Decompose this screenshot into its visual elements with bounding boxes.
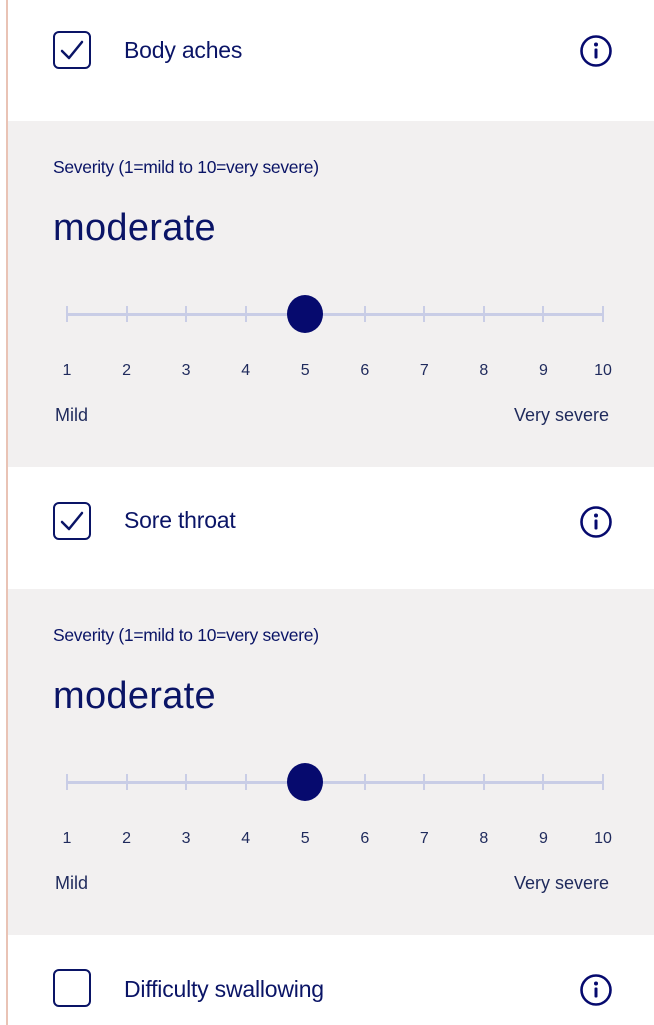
slider-thumb[interactable] xyxy=(287,763,324,801)
tick-label: 8 xyxy=(479,830,489,847)
slider-tick xyxy=(542,774,545,790)
mild-label: Mild xyxy=(55,873,89,893)
checkmark-icon xyxy=(60,511,84,531)
tick-label: 6 xyxy=(360,362,370,379)
tick-label: 7 xyxy=(419,830,429,847)
symptom-label: Body aches xyxy=(124,37,243,63)
severity-caption: Severity (1=mild to 10=very severe) xyxy=(53,157,319,177)
slider-tick xyxy=(125,306,128,322)
very-severe-label: Very severe xyxy=(513,405,609,425)
body-aches-checkbox[interactable] xyxy=(53,31,91,69)
slider-thumb[interactable] xyxy=(287,295,324,333)
severity-slider[interactable] xyxy=(66,763,604,803)
symptom-label: Sore throat xyxy=(124,507,236,533)
severity-panel-sore-throat: Severity (1=mild to 10=very severe) mode… xyxy=(8,589,654,935)
tick-label: 7 xyxy=(419,362,429,379)
slider-tick xyxy=(244,306,247,322)
tick-label: 3 xyxy=(181,830,191,847)
slider-tick xyxy=(602,306,604,322)
slider-tick xyxy=(363,306,366,322)
tick-label: 5 xyxy=(300,830,310,847)
tick-label: 9 xyxy=(538,830,548,847)
tick-label: 4 xyxy=(241,362,251,379)
slider-track[interactable] xyxy=(67,781,603,784)
slider-tick xyxy=(185,306,188,322)
tick-label: 8 xyxy=(479,362,489,379)
slider-track[interactable] xyxy=(67,313,603,316)
checkmark-icon xyxy=(60,40,84,60)
slider-tick xyxy=(363,774,366,790)
tick-label: 2 xyxy=(122,830,131,847)
severity-panel-body-aches: Severity (1=mild to 10=very severe) mode… xyxy=(8,121,654,467)
slider-tick xyxy=(66,306,68,322)
tick-label: 3 xyxy=(181,362,191,379)
severity-caption: Severity (1=mild to 10=very severe) xyxy=(53,625,319,645)
tick-label: 4 xyxy=(241,830,251,847)
severity-value-text: moderate xyxy=(53,675,216,717)
slider-tick xyxy=(423,306,426,322)
sore-throat-checkbox[interactable] xyxy=(53,502,91,540)
difficulty-swallowing-checkbox[interactable] xyxy=(53,969,91,1007)
severity-slider[interactable] xyxy=(66,295,604,335)
slider-tick xyxy=(602,774,604,790)
tick-label: 9 xyxy=(538,362,548,379)
slider-tick xyxy=(423,774,426,790)
severity-value-text: moderate xyxy=(53,207,216,249)
slider-tick xyxy=(482,774,485,790)
tick-label: 1 xyxy=(62,362,72,379)
info-icon[interactable] xyxy=(579,34,613,68)
symptom-row-body-aches: Body aches xyxy=(8,0,654,121)
very-severe-label: Very severe xyxy=(513,873,609,893)
slider-tick xyxy=(185,774,188,790)
info-icon[interactable] xyxy=(579,505,613,539)
mild-label: Mild xyxy=(55,405,89,425)
tick-label: 1 xyxy=(62,830,72,847)
symptom-row-difficulty-swallowing: Difficulty swallowing xyxy=(8,935,654,1025)
slider-tick xyxy=(542,306,545,322)
slider-tick xyxy=(66,774,68,790)
tick-label: 5 xyxy=(300,362,310,379)
tick-label: 6 xyxy=(360,830,370,847)
info-icon[interactable] xyxy=(579,973,613,1007)
tick-label: 10 xyxy=(594,830,612,847)
tick-label: 10 xyxy=(594,362,612,379)
tick-label: 2 xyxy=(122,362,131,379)
symptom-label: Difficulty swallowing xyxy=(124,976,324,1002)
slider-tick xyxy=(482,306,485,322)
slider-tick xyxy=(125,774,128,790)
slider-tick xyxy=(244,774,247,790)
symptom-row-sore-throat: Sore throat xyxy=(8,467,654,589)
